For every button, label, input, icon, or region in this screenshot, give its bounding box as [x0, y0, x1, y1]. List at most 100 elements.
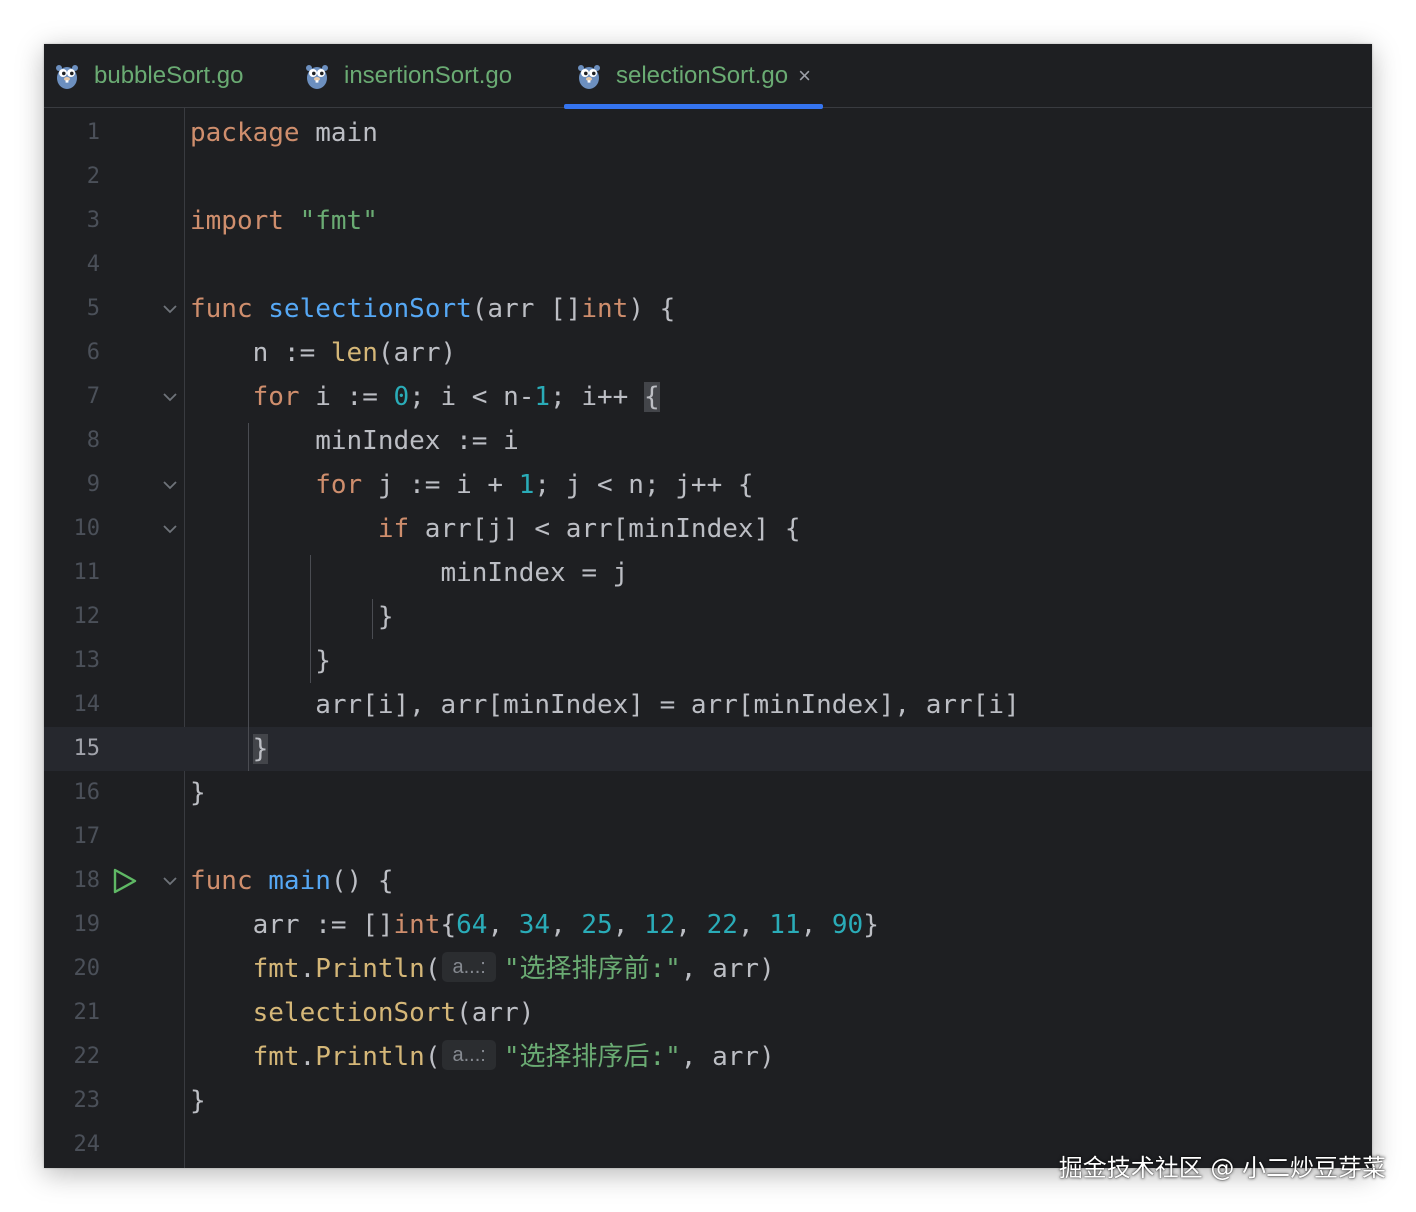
close-tab-icon[interactable]: ×: [798, 63, 811, 89]
code-token: , arr): [680, 954, 775, 984]
code-token: }: [190, 778, 206, 808]
gopher-icon: [576, 62, 602, 90]
tab-label: insertionSort.go: [344, 62, 513, 89]
code-token: (arr): [456, 998, 535, 1028]
code-token: for: [190, 470, 363, 500]
line-number: 3: [86, 208, 100, 233]
line-number: 2: [86, 164, 100, 189]
code-token: ,: [737, 910, 770, 940]
code-line[interactable]: 11 minIndex = j: [44, 551, 1372, 595]
code-token: }: [863, 910, 879, 940]
param-hint[interactable]: a...:: [442, 1039, 496, 1070]
line-number: 14: [73, 692, 101, 717]
code-text: package main: [190, 111, 378, 155]
code-token: func: [190, 866, 253, 896]
code-token: .: [299, 1042, 316, 1072]
code-line[interactable]: 9 for j := i + 1; j < n; j++ {: [44, 463, 1372, 507]
line-number: 5: [86, 296, 100, 321]
code-token: j := i +: [362, 470, 519, 500]
watermark: 掘金技术社区 @ 小二炒豆芽菜: [1058, 1154, 1386, 1182]
code-token: "fmt": [299, 206, 378, 236]
line-number: 24: [73, 1132, 101, 1157]
code-line[interactable]: 1 package main: [44, 111, 1372, 155]
code-token: n :=: [190, 338, 331, 368]
code-token: , arr): [680, 1042, 775, 1072]
code-token: import: [190, 206, 284, 236]
code-token: }: [190, 602, 394, 632]
code-text: selectionSort(arr): [190, 991, 535, 1035]
code-token: ,: [675, 910, 707, 940]
code-text: }: [190, 1079, 206, 1123]
code-token: minIndex = j: [190, 558, 629, 588]
code-line[interactable]: 17: [44, 815, 1372, 859]
code-text: }: [190, 727, 269, 771]
code-line[interactable]: 18 func main() {: [44, 859, 1372, 903]
fold-chevron-icon[interactable]: [160, 859, 180, 903]
code-line[interactable]: 16}: [44, 771, 1372, 815]
code-line[interactable]: 12 }: [44, 595, 1372, 639]
line-number: 8: [86, 428, 100, 453]
code-token: ,: [612, 910, 644, 940]
gopher-icon: [54, 62, 80, 90]
code-token: i :=: [299, 382, 394, 412]
code-line[interactable]: 14 arr[i], arr[minIndex] = arr[minIndex]…: [44, 683, 1372, 727]
code-token: int: [393, 910, 441, 940]
code-line[interactable]: 8 minIndex := i: [44, 419, 1372, 463]
code-token: }: [252, 734, 269, 764]
code-token: (: [424, 1042, 441, 1072]
code-line[interactable]: 4: [44, 243, 1372, 287]
code-line[interactable]: 22 fmt.Println(a...: "选择排序后:", arr): [44, 1035, 1372, 1079]
line-number: 10: [73, 516, 101, 541]
code-text: func selectionSort(arr []int) {: [190, 287, 675, 331]
code-line[interactable]: 3 import "fmt": [44, 199, 1372, 243]
code-line[interactable]: 21 selectionSort(arr): [44, 991, 1372, 1035]
code-token: ; i < n-: [409, 382, 535, 412]
code-line[interactable]: 15 }: [44, 727, 1372, 771]
code-token: ; j < n; j++ {: [534, 470, 754, 500]
code-text: for j := i + 1; j < n; j++ {: [190, 463, 754, 507]
tab-bubblesort[interactable]: bubbleSort.go: [54, 44, 243, 108]
tab-selectionsort[interactable]: selectionSort.go ×: [564, 44, 823, 109]
fold-chevron-icon[interactable]: [160, 287, 180, 331]
line-number: 9: [86, 472, 100, 497]
tab-label: selectionSort.go: [616, 62, 789, 89]
code-token: (arr []: [471, 294, 582, 324]
code-line[interactable]: 6 n := len(arr): [44, 331, 1372, 375]
code-token: "选择排序后:": [503, 1042, 681, 1072]
line-number: 22: [73, 1044, 101, 1069]
code-token: {: [643, 382, 660, 412]
code-line[interactable]: 13 }: [44, 639, 1372, 683]
code-token: ,: [550, 910, 582, 940]
code-text: func main() {: [190, 859, 394, 903]
run-icon[interactable]: [112, 859, 138, 903]
code-text: arr := []int{64, 34, 25, 12, 22, 11, 90}: [190, 903, 879, 947]
code-token: minIndex := i: [190, 426, 519, 456]
code-token: "选择排序前:": [503, 954, 681, 984]
code-token: func: [190, 294, 253, 324]
code-line[interactable]: 5 func selectionSort(arr []int) {: [44, 287, 1372, 331]
code-line[interactable]: 7 for i := 0; i < n-1; i++ {: [44, 375, 1372, 419]
line-number: 15: [73, 736, 101, 761]
code-token: 1: [534, 382, 551, 412]
code-token: .: [299, 954, 316, 984]
tab-insertionsort[interactable]: insertionSort.go: [304, 44, 512, 108]
code-token: 22: [706, 910, 738, 940]
code-token: selectionSort: [268, 294, 472, 324]
fold-chevron-icon[interactable]: [160, 463, 180, 507]
line-number: 13: [73, 648, 101, 673]
fold-chevron-icon[interactable]: [160, 375, 180, 419]
code-line[interactable]: 20 fmt.Println(a...: "选择排序前:", arr): [44, 947, 1372, 991]
code-token: () {: [330, 866, 394, 896]
code-token: {: [440, 910, 457, 940]
code-line[interactable]: 23}: [44, 1079, 1372, 1123]
code-text: for i := 0; i < n-1; i++ {: [190, 375, 660, 419]
param-hint[interactable]: a...:: [442, 951, 496, 982]
code-token: Println: [315, 1042, 425, 1072]
code-line[interactable]: 10 if arr[j] < arr[minIndex] {: [44, 507, 1372, 551]
fold-chevron-icon[interactable]: [160, 507, 180, 551]
code-line[interactable]: 19 arr := []int{64, 34, 25, 12, 22, 11, …: [44, 903, 1372, 947]
line-number: 18: [73, 868, 101, 893]
code-token: fmt: [190, 1042, 300, 1072]
code-line[interactable]: 2: [44, 155, 1372, 199]
